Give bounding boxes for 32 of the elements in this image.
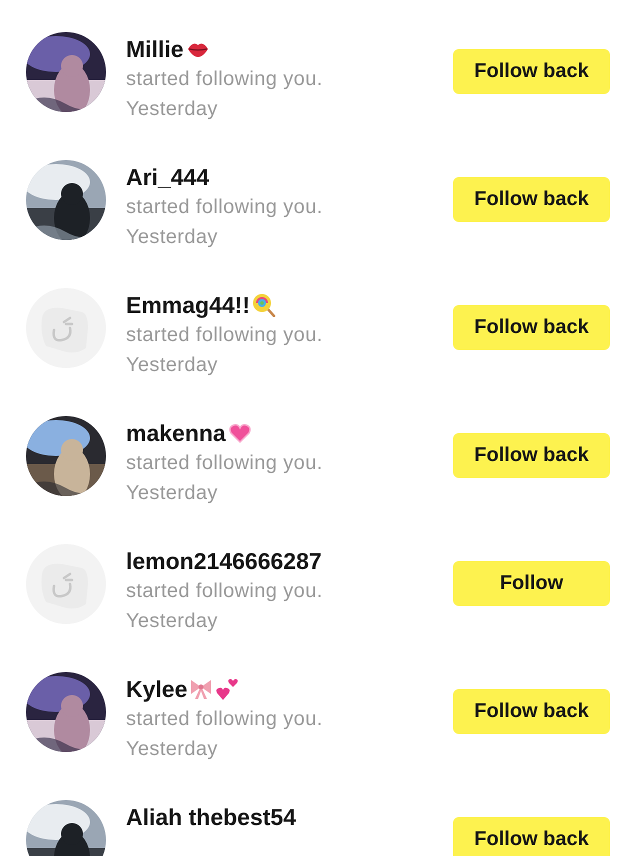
follow-button[interactable]: Follow back <box>453 305 610 350</box>
follow-message: started following you. <box>126 579 323 604</box>
username: lemon2146666287 <box>126 548 322 574</box>
follow-button[interactable]: Follow <box>453 561 610 606</box>
heart-icon <box>228 421 252 445</box>
timestamp: Yesterday <box>126 97 218 122</box>
follow-button[interactable]: Follow back <box>453 433 610 478</box>
follow-message: started following you. <box>126 67 323 92</box>
timestamp: Yesterday <box>126 481 218 506</box>
timestamp: Yesterday <box>126 353 218 378</box>
default-avatar-icon <box>26 544 106 624</box>
follow-message: started following you. <box>126 323 323 348</box>
bow-icon <box>189 677 214 701</box>
username: Millie <box>126 36 184 62</box>
timestamp: Yesterday <box>126 737 218 762</box>
follow-button[interactable]: Follow back <box>453 689 610 734</box>
lollipop-icon <box>252 293 276 317</box>
follow-button[interactable]: Follow back <box>453 49 610 94</box>
follow-message: started following you. <box>126 707 323 732</box>
follow-message: started following you. <box>126 195 323 220</box>
username: makenna <box>126 420 226 446</box>
follow-button[interactable]: Follow back <box>453 177 610 222</box>
hearts-icon <box>215 677 240 701</box>
timestamp: Yesterday <box>126 225 218 250</box>
follow-message: started following you. <box>126 451 323 476</box>
username: Kylee <box>126 676 188 702</box>
timestamp: Yesterday <box>126 609 218 634</box>
follow-button[interactable]: Follow back <box>453 817 610 856</box>
username: Emmag44!! <box>126 292 250 318</box>
username: Aliah thebest54 <box>126 804 296 830</box>
default-avatar-icon <box>26 288 106 368</box>
username: Ari_444 <box>126 164 210 190</box>
